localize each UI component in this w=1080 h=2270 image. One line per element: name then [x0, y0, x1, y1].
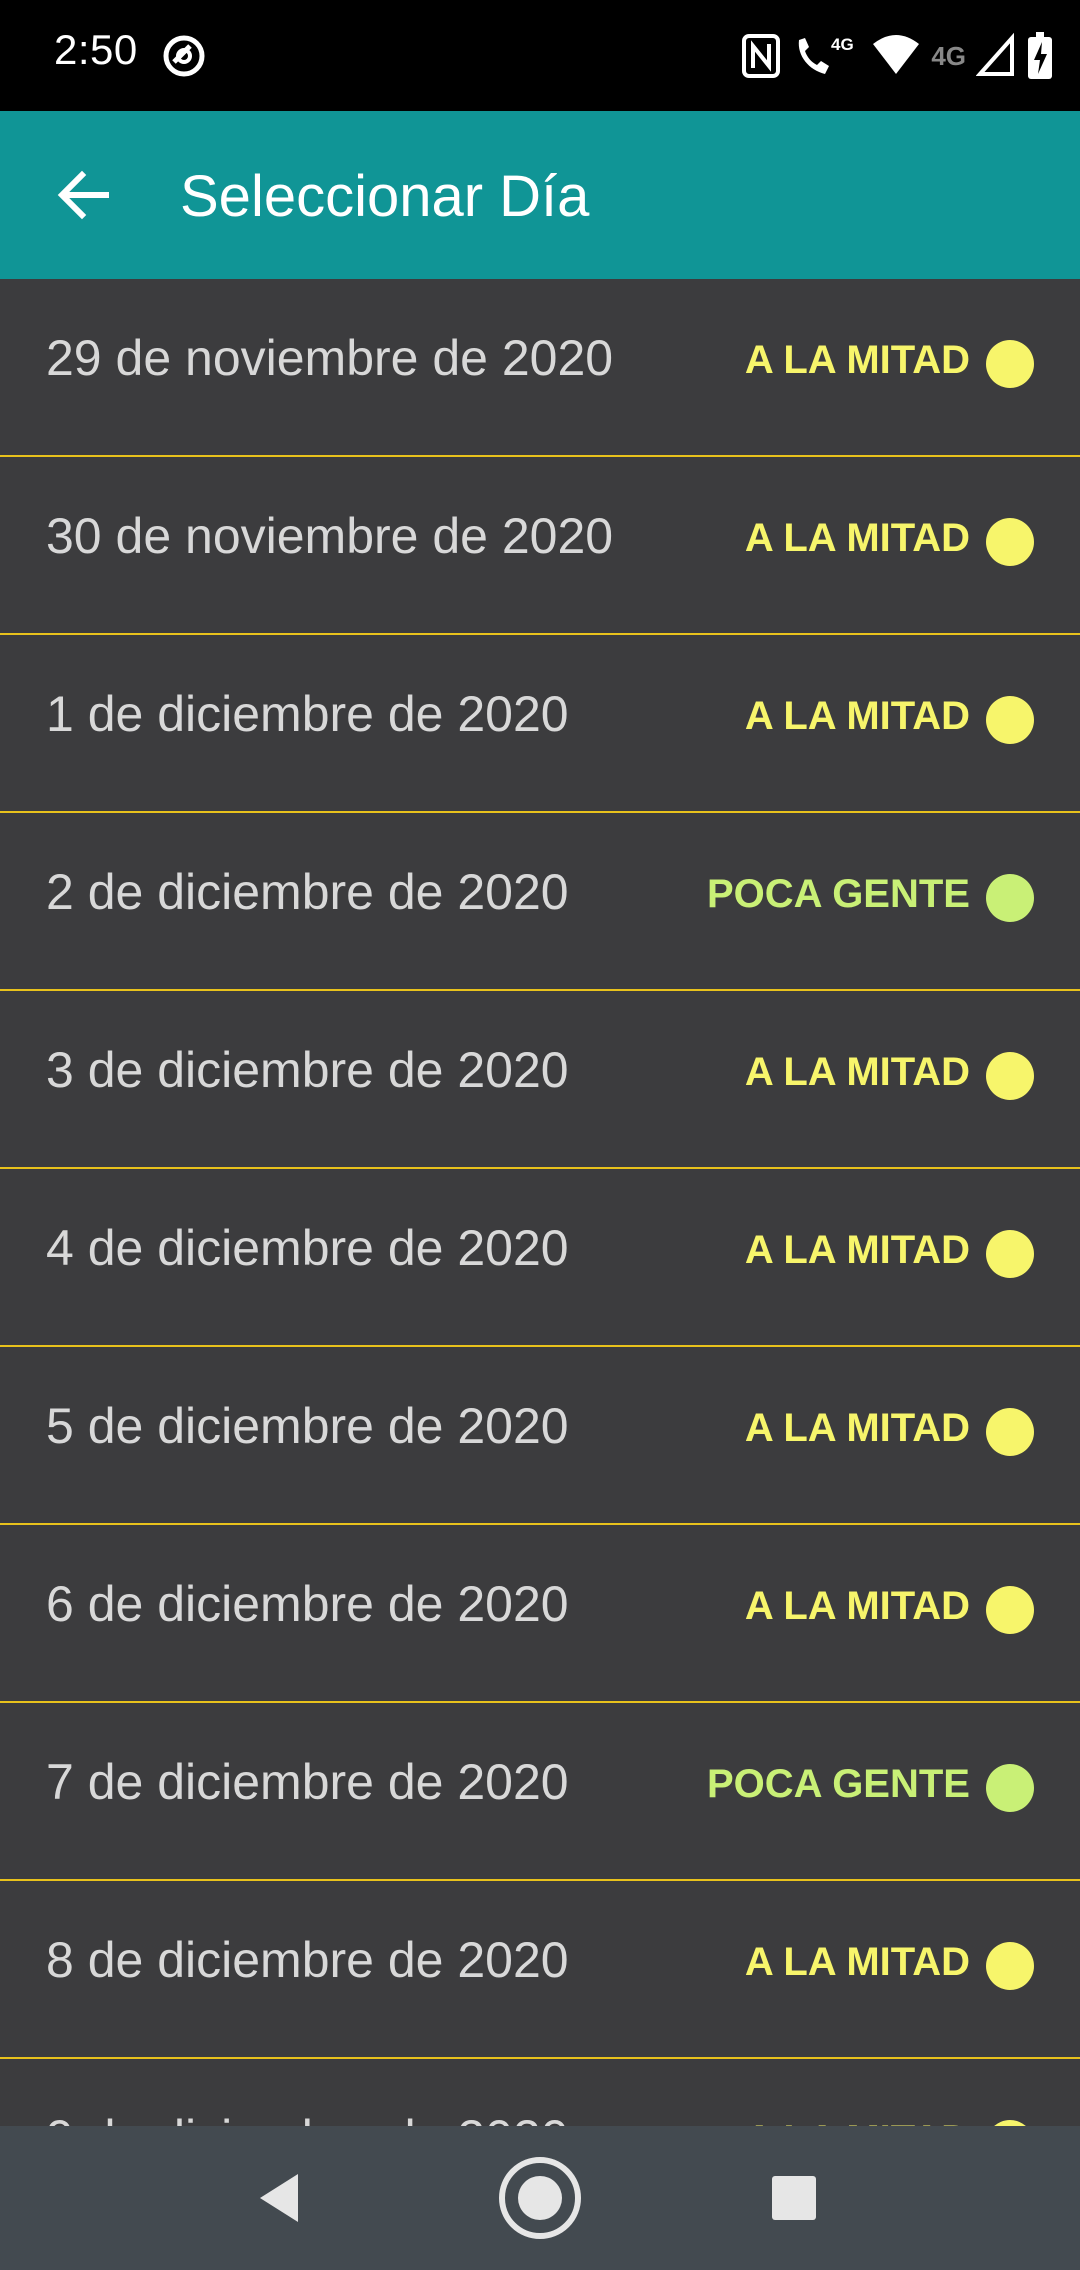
crowd-indicator-dot-icon	[986, 1586, 1034, 1634]
crowd-indicator-dot-icon	[986, 696, 1034, 744]
crowd-status-label: A LA MITAD	[744, 1584, 970, 1628]
page-title: Seleccionar Día	[180, 164, 590, 229]
day-list-item[interactable]: 30 de noviembre de 2020 A LA MITAD	[0, 457, 1080, 635]
crowd-indicator-dot-icon	[986, 1942, 1034, 1990]
day-date-label: 9 de diciembre de 2020	[46, 2109, 569, 2126]
day-list-item[interactable]: 9 de diciembre de 2020 A LA MITAD	[0, 2059, 1080, 2126]
arrow-left-icon	[57, 170, 109, 220]
day-date-label: 30 de noviembre de 2020	[46, 508, 614, 564]
crowd-indicator-dot-icon	[986, 340, 1034, 388]
status-time: 2:50	[54, 26, 138, 73]
nav-recents-button[interactable]	[744, 2148, 844, 2248]
crowd-status-label: A LA MITAD	[745, 2118, 970, 2126]
nav-back-button[interactable]	[230, 2148, 330, 2248]
svg-text:4G: 4G	[831, 35, 854, 54]
nav-back-icon	[260, 2174, 298, 2222]
nav-recents-icon	[772, 2176, 816, 2220]
wifi-calling-icon: 4G	[799, 35, 854, 74]
crowd-indicator-dot-icon	[986, 518, 1034, 566]
crowd-status-label: A LA MITAD	[744, 1406, 970, 1450]
day-date-label: 29 de noviembre de 2020	[46, 330, 614, 386]
day-date-label: 8 de diciembre de 2020	[46, 1932, 569, 1988]
network-type-label: 4G	[931, 40, 966, 71]
crowd-status-label: A LA MITAD	[744, 1050, 970, 1094]
wifi-icon	[873, 35, 920, 74]
navigation-bar	[0, 2126, 1080, 2270]
nav-home-icon	[499, 2157, 581, 2239]
day-list-item[interactable]: 2 de diciembre de 2020 POCA GENTE	[0, 813, 1080, 991]
app-bar: Seleccionar Día	[0, 111, 1080, 279]
status-icons: 4G 4G	[741, 28, 1054, 84]
day-list-item[interactable]: 4 de diciembre de 2020 A LA MITAD	[0, 1169, 1080, 1347]
day-list-item[interactable]: 5 de diciembre de 2020 A LA MITAD	[0, 1347, 1080, 1525]
crowd-status-label: POCA GENTE	[707, 1762, 970, 1806]
crowd-status-label: A LA MITAD	[744, 1228, 970, 1272]
crowd-status-label: A LA MITAD	[744, 516, 970, 560]
day-date-label: 2 de diciembre de 2020	[46, 864, 569, 920]
crowd-indicator-dot-icon	[986, 1052, 1034, 1100]
crowd-status-label: POCA GENTE	[707, 872, 970, 916]
cell-signal-icon	[976, 32, 1014, 76]
status-bar: 2:50 4G 4G	[0, 0, 1080, 111]
day-date-label: 3 de diciembre de 2020	[46, 1042, 569, 1098]
day-list-item[interactable]: 8 de diciembre de 2020 A LA MITAD	[0, 1881, 1080, 2059]
day-date-label: 6 de diciembre de 2020	[46, 1576, 569, 1632]
back-button[interactable]	[38, 157, 130, 233]
crowd-status-label: A LA MITAD	[744, 338, 970, 382]
crowd-indicator-dot-icon	[986, 1408, 1034, 1456]
day-date-label: 7 de diciembre de 2020	[46, 1754, 569, 1810]
day-list[interactable]: 29 de noviembre de 2020 A LA MITAD 30 de n…	[0, 279, 1080, 2126]
crowd-status-label: A LA MITAD	[744, 694, 970, 738]
day-list-item[interactable]: 3 de diciembre de 2020 A LA MITAD	[0, 991, 1080, 1169]
day-list-item[interactable]: 6 de diciembre de 2020 A LA MITAD	[0, 1525, 1080, 1703]
crowd-indicator-dot-icon	[986, 1764, 1034, 1812]
crowd-indicator-dot-icon	[986, 874, 1034, 922]
day-list-item[interactable]: 7 de diciembre de 2020 POCA GENTE	[0, 1703, 1080, 1881]
day-list-item[interactable]: 1 de diciembre de 2020 A LA MITAD	[0, 635, 1080, 813]
nav-home-button[interactable]	[490, 2148, 590, 2248]
day-date-label: 4 de diciembre de 2020	[46, 1220, 569, 1276]
day-list-item[interactable]: 29 de noviembre de 2020 A LA MITAD	[0, 279, 1080, 457]
battery-charging-icon	[1028, 32, 1052, 79]
sync-badge-icon	[163, 35, 205, 77]
day-date-label: 5 de diciembre de 2020	[46, 1398, 569, 1454]
day-date-label: 1 de diciembre de 2020	[46, 686, 569, 742]
crowd-status-label: A LA MITAD	[744, 1940, 970, 1984]
nfc-icon	[742, 34, 781, 78]
crowd-indicator-dot-icon	[986, 1230, 1034, 1278]
